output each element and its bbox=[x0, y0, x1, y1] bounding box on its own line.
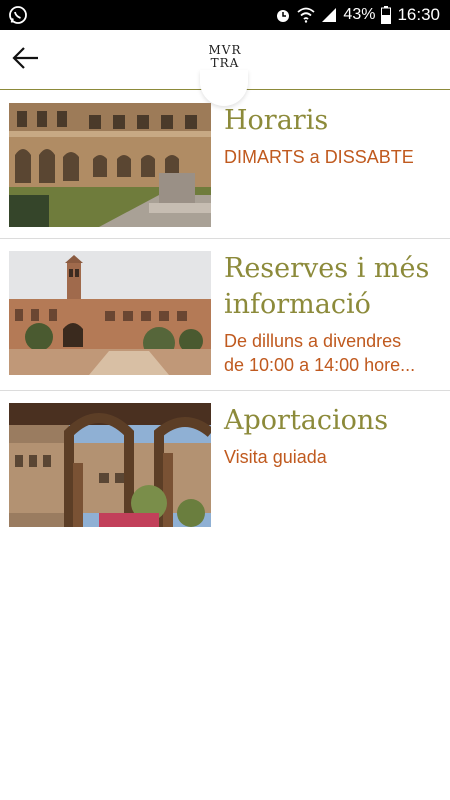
item-subtitle: Visita guiada bbox=[224, 447, 327, 467]
arrow-left-icon bbox=[12, 46, 40, 75]
item-subtitle-line-1: De dilluns a divendres bbox=[224, 331, 402, 351]
back-button[interactable] bbox=[8, 42, 44, 78]
item-text: Horaris DIMARTS a DISSABTE bbox=[224, 103, 439, 169]
clock: 16:30 bbox=[397, 5, 440, 24]
whatsapp-icon bbox=[8, 5, 28, 25]
cloister-arcade-image bbox=[9, 403, 211, 527]
item-text: Aportacions Visita guiada bbox=[224, 403, 439, 469]
app-logo: MVR TRA bbox=[195, 44, 255, 70]
item-text: Reserves i més informació De dilluns a d… bbox=[224, 251, 439, 377]
cloister-image bbox=[9, 103, 211, 227]
status-bar: 43% 16:30 bbox=[0, 0, 450, 30]
battery-percentage: 43% bbox=[343, 6, 376, 23]
list-item-horaris[interactable]: Horaris DIMARTS a DISSABTE bbox=[0, 91, 450, 239]
logo-line-2: TRA bbox=[210, 56, 240, 70]
item-title: Aportacions bbox=[224, 405, 389, 436]
list-item-aportacions[interactable]: Aportacions Visita guiada bbox=[0, 391, 450, 539]
item-subtitle-line-2: de 10:00 a 14:00 hore... bbox=[224, 355, 416, 375]
content-list: Horaris DIMARTS a DISSABTE Reserves i mé… bbox=[0, 91, 450, 539]
alarm-icon bbox=[275, 7, 291, 23]
monastery-tower-image bbox=[9, 251, 211, 375]
wifi-icon bbox=[297, 7, 316, 23]
item-subtitle: DIMARTS a DISSABTE bbox=[224, 147, 414, 167]
signal-icon bbox=[321, 7, 337, 23]
list-item-reserves[interactable]: Reserves i més informació De dilluns a d… bbox=[0, 239, 450, 391]
battery-icon bbox=[381, 6, 392, 24]
item-title: Reserves i més informació bbox=[224, 253, 430, 320]
item-title: Horaris bbox=[224, 105, 329, 136]
